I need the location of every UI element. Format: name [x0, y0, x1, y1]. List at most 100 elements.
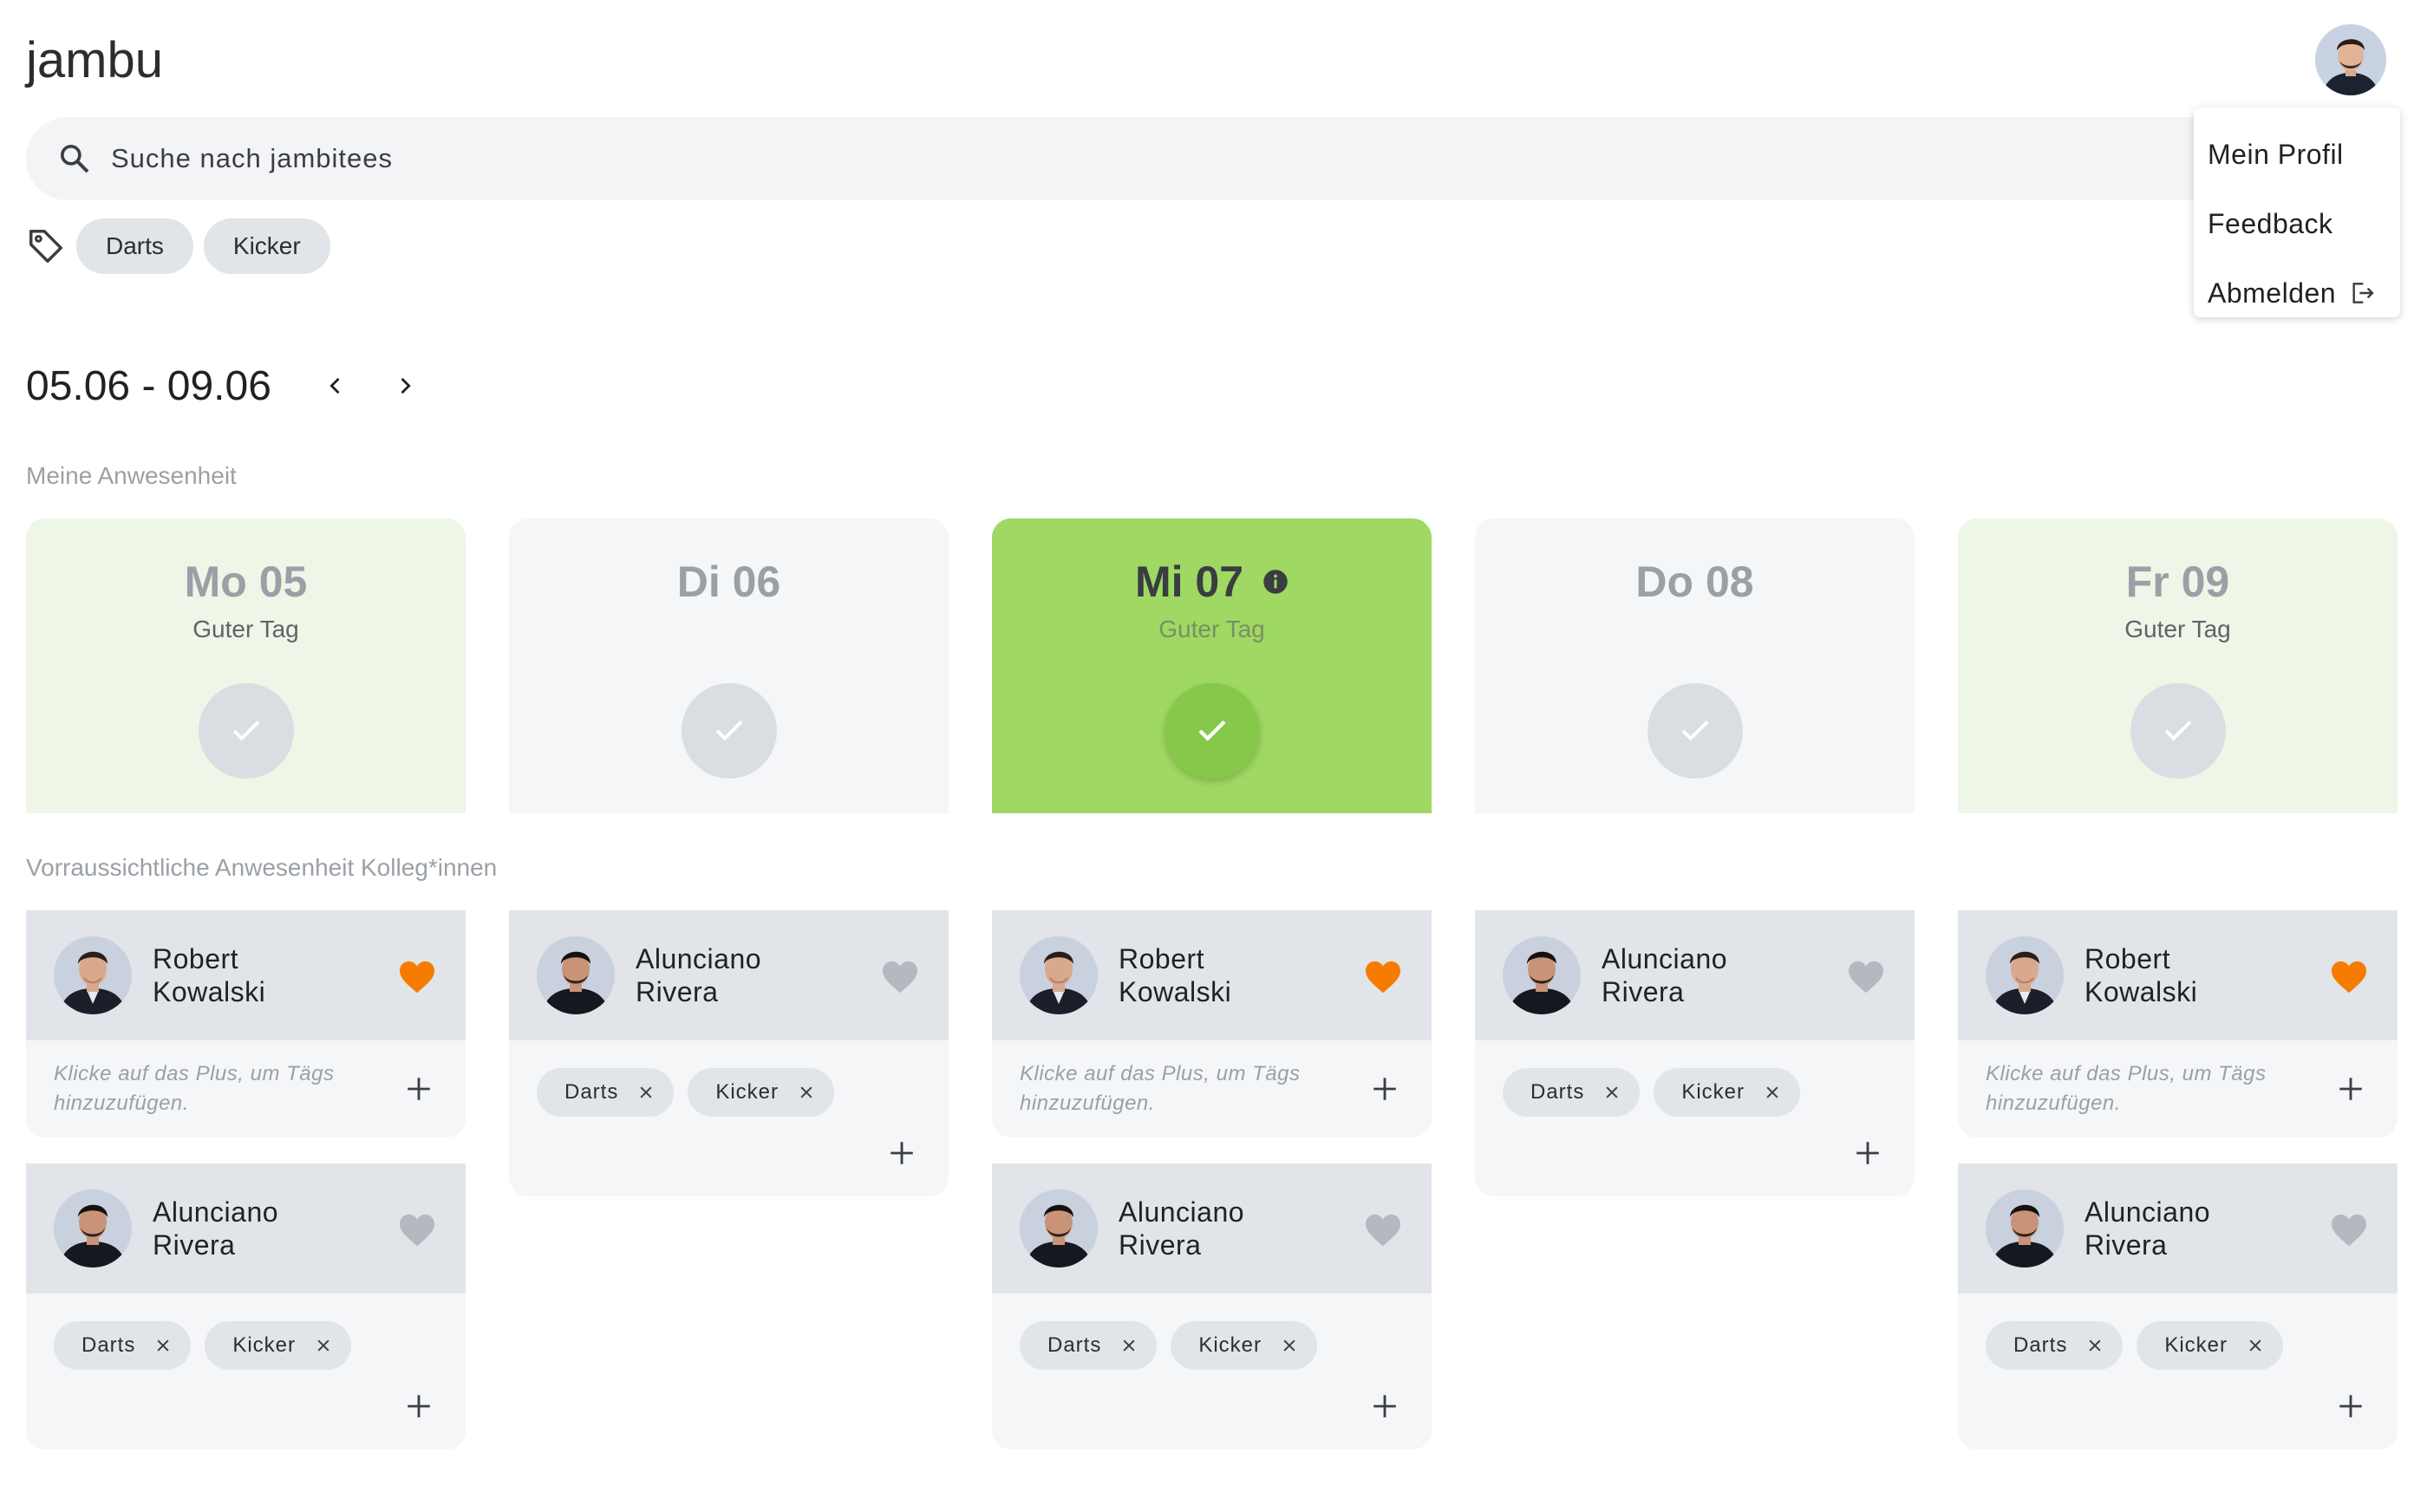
favorite-toggle[interactable] [1364, 1213, 1402, 1252]
colleague-header[interactable]: Robert Kowalski [1958, 910, 2398, 1040]
filter-chip-darts[interactable]: Darts [76, 218, 193, 274]
menu-item-profile[interactable]: Mein Profil [2194, 120, 2400, 189]
close-icon[interactable] [1603, 1084, 1621, 1101]
presence-toggle[interactable] [681, 683, 777, 779]
add-tag-button[interactable] [1367, 1072, 1402, 1106]
user-avatar[interactable] [2315, 24, 2386, 95]
favorite-toggle[interactable] [881, 960, 919, 999]
day-card-mi[interactable]: Mi 07 Guter Tag [992, 518, 1432, 813]
day-subtitle: Guter Tag [1158, 616, 1265, 642]
favorite-heart-icon[interactable] [1364, 960, 1402, 994]
add-tag-button[interactable] [1850, 1136, 1885, 1170]
menu-item-logout[interactable]: Abmelden [2194, 258, 2400, 328]
close-icon[interactable] [637, 1084, 655, 1101]
add-tag-button[interactable] [401, 1072, 436, 1106]
heart-icon[interactable] [1847, 960, 1885, 994]
avatar-photo [1986, 1189, 2064, 1268]
chevron-right-icon [401, 377, 411, 394]
day-card-di[interactable]: Di 06 [509, 518, 949, 813]
tag-chip-label: Kicker [1681, 1080, 1745, 1104]
favorite-toggle[interactable] [398, 1213, 436, 1252]
colleague-tags: Darts Kicker [1958, 1294, 2398, 1450]
colleague-first-name: Alunciano [1602, 943, 1728, 974]
tag-chip[interactable]: Darts [1020, 1321, 1158, 1370]
colleague-card: Robert Kowalski Klicke auf das Plus, um T… [26, 910, 466, 1137]
add-tag-button[interactable] [2333, 1389, 2368, 1424]
colleague-header[interactable]: Alunciano Rivera [992, 1163, 1432, 1294]
avatar [54, 936, 132, 1014]
colleague-name: Alunciano Rivera [1119, 1196, 1327, 1261]
next-week-button[interactable] [383, 364, 427, 407]
tag-chip[interactable]: Darts [54, 1321, 192, 1370]
filter-chip-kicker[interactable]: Kicker [203, 218, 330, 274]
avatar [54, 1189, 132, 1268]
colleague-header[interactable]: Robert Kowalski [992, 910, 1432, 1040]
favorite-toggle[interactable] [2330, 960, 2368, 999]
day-card-mo[interactable]: Mo 05 Guter Tag [26, 518, 466, 813]
tag-chip[interactable]: Kicker [2137, 1321, 2284, 1370]
close-icon[interactable] [2086, 1337, 2104, 1354]
colleague-column: Robert Kowalski Klicke auf das Plus, um T… [26, 910, 466, 1476]
colleague-column: Alunciano Rivera Darts Kicker [1475, 910, 1915, 1222]
avatar-photo [54, 936, 132, 1014]
presence-toggle[interactable] [1647, 683, 1743, 779]
favorite-heart-icon[interactable] [2330, 960, 2368, 994]
presence-toggle[interactable] [1164, 683, 1260, 779]
colleague-header[interactable]: Alunciano Rivera [1475, 910, 1915, 1040]
colleague-tags: Klicke auf das Plus, um Tägs hinzuzufüge… [26, 1040, 466, 1137]
close-icon[interactable] [154, 1337, 172, 1354]
add-tag-button[interactable] [1367, 1389, 1402, 1424]
user-menu: Mein Profil Feedback Abmelden [2194, 108, 2400, 317]
add-tag-button[interactable] [2333, 1072, 2368, 1106]
avatar-photo [2315, 24, 2386, 95]
add-tag-button[interactable] [401, 1389, 436, 1424]
tag-chip-label: Darts [82, 1333, 136, 1357]
add-tag-hint: Klicke auf das Plus, um Tägs hinzuzufüge… [1986, 1062, 2267, 1115]
close-icon[interactable] [315, 1337, 332, 1354]
colleague-header[interactable]: Robert Kowalski [26, 910, 466, 1040]
favorite-toggle[interactable] [398, 960, 436, 999]
close-icon[interactable] [2247, 1337, 2264, 1354]
colleague-header[interactable]: Alunciano Rivera [509, 910, 949, 1040]
tag-chip[interactable]: Darts [1986, 1321, 2124, 1370]
presence-toggle[interactable] [198, 683, 294, 779]
tag-chip-list: Darts Kicker [1986, 1294, 2370, 1370]
colleague-column: Robert Kowalski Klicke auf das Plus, um T… [1958, 910, 2398, 1476]
search-bar[interactable] [26, 117, 2263, 200]
heart-icon[interactable] [1364, 1213, 1402, 1248]
tag-chip[interactable]: Kicker [205, 1321, 352, 1370]
prev-week-button[interactable] [314, 364, 357, 407]
tag-chip-label: Darts [1047, 1333, 1102, 1357]
heart-icon[interactable] [881, 960, 919, 994]
tag-chip[interactable]: Darts [537, 1068, 675, 1117]
info-icon[interactable] [1262, 569, 1289, 595]
day-card-fr[interactable]: Fr 09 Guter Tag [1958, 518, 2398, 813]
heart-icon[interactable] [398, 1213, 436, 1248]
colleague-name: Robert Kowalski [153, 942, 361, 1008]
favorite-heart-icon[interactable] [398, 960, 436, 994]
favorite-toggle[interactable] [1847, 960, 1885, 999]
tag-chip[interactable]: Kicker [1171, 1321, 1318, 1370]
menu-item-feedback[interactable]: Feedback [2194, 189, 2400, 258]
close-icon[interactable] [798, 1084, 815, 1101]
search-input[interactable] [111, 143, 1672, 174]
tag-chip[interactable]: Kicker [1654, 1068, 1801, 1117]
colleague-header[interactable]: Alunciano Rivera [1958, 1163, 2398, 1294]
colleague-header[interactable]: Alunciano Rivera [26, 1163, 466, 1294]
close-icon[interactable] [1120, 1337, 1138, 1354]
add-tag-hint: Klicke auf das Plus, um Tägs hinzuzufüge… [54, 1062, 335, 1115]
presence-toggle[interactable] [2130, 683, 2226, 779]
tag-chip[interactable]: Darts [1503, 1068, 1641, 1117]
search-icon [61, 145, 89, 173]
tag-chip[interactable]: Kicker [688, 1068, 835, 1117]
colleague-first-name: Alunciano [1119, 1196, 1245, 1228]
heart-icon[interactable] [2330, 1213, 2368, 1248]
colleague-last-name: Rivera [2085, 1229, 2168, 1261]
close-icon[interactable] [1281, 1337, 1298, 1354]
day-card-do[interactable]: Do 08 [1475, 518, 1915, 813]
favorite-toggle[interactable] [2330, 1213, 2368, 1252]
avatar [537, 936, 615, 1014]
add-tag-button[interactable] [884, 1136, 919, 1170]
favorite-toggle[interactable] [1364, 960, 1402, 999]
close-icon[interactable] [1764, 1084, 1781, 1101]
